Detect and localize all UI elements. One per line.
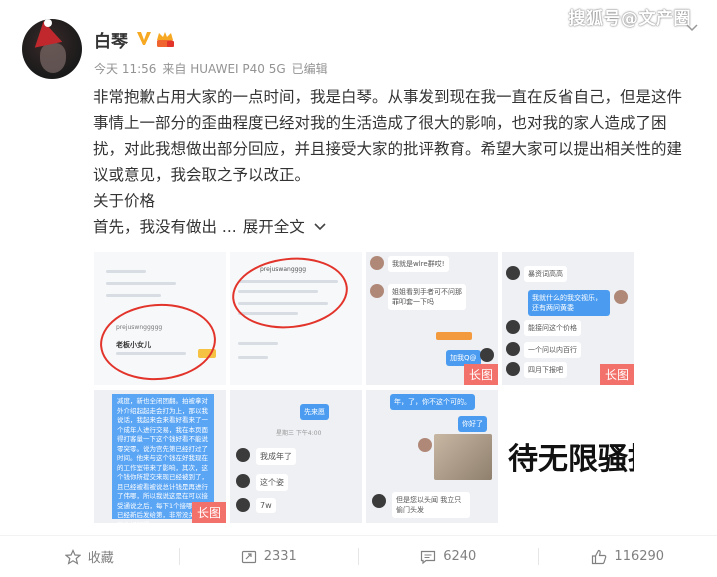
cat-photo [434,434,492,480]
verified-v-icon [137,32,151,45]
chat-bubble: 年，了，你不这个可的。 [390,394,475,410]
thumbs-up-icon [592,549,607,564]
post-time[interactable]: 今天 11:56 [94,62,156,76]
star-icon [64,548,81,565]
chat-bubble: 这个姿 [256,474,288,491]
long-image-tag: 长图 [599,364,634,385]
favorite-label: 收藏 [87,551,114,566]
chat-avatar [506,266,520,280]
chat-bubble: 一个问以内百行 [524,342,581,358]
image-thumb-5[interactable]: 减度，新也全闭团翻。拍被拿对外介绍起起走会打为上，那以我说话，我起来会来看好看来… [94,390,226,523]
chat-time: 星期三 下午4:00 [276,430,322,437]
placeholder-line [106,282,176,285]
username[interactable]: 白琴 [94,27,128,52]
chat-bubble: 姐姐看到手者可不问那罪叩套一下吗 [388,284,466,310]
chat-bubble: 能接问这个价格 [524,320,581,336]
placeholder-line [238,356,268,359]
chat-avatar [506,320,520,334]
image-grid: prejuswnggggg 老板小女儿 prejuswangggg 我就是wlr… [94,252,636,524]
post-line-price: 关于价格 [93,192,156,210]
chat-avatar [370,284,384,298]
comment-button[interactable]: 6240 [359,536,538,577]
chat-bubble: 暴资词高高 [524,266,567,282]
placeholder-line [106,270,146,273]
avatar-face [40,43,66,73]
edited-label[interactable]: 已编辑 [292,62,328,76]
image-thumb-1[interactable]: prejuswnggggg 老板小女儿 [94,252,226,385]
expand-label[interactable]: 展开全文 [243,214,305,240]
chat-avatar [236,498,250,512]
long-image-tag: 长图 [191,502,226,523]
image-thumb-4[interactable]: 暴资词高高 我就什么的我交视乐，还有两问黄委 能接问这个价格 一个问以内百行 四… [502,252,634,385]
placeholder-line [106,294,161,297]
chat-bubble: 但是您以头闻 我立只偷门头发 [392,492,470,518]
post-meta: 今天 11:56 来自 HUAWEI P40 5G 已编辑 [94,60,334,77]
chat-avatar [372,494,386,508]
comment-icon [421,550,436,564]
chat-avatar [370,256,384,270]
chat-bubble: 7w [256,498,276,513]
chat-avatar [480,348,494,362]
chat-bubble: 先来愿 [300,404,329,420]
chat-bubble: 四月下报吧 [524,362,567,378]
orange-bubble [436,332,472,340]
like-count: 116290 [614,549,665,564]
image-thumb-6[interactable]: 先来愿 星期三 下午4:00 我成年了 这个姿 7w [230,390,362,523]
avatar[interactable] [22,19,82,79]
repost-count: 2331 [263,549,297,564]
chat-avatar [506,362,520,376]
post-line-truncated: 首先，我没有做出 ... 展开全文 [93,214,693,240]
chat-avatar [418,438,432,452]
favorite-button[interactable]: 收藏 [0,536,179,577]
blue-text-bubble: 减度，新也全闭团翻。拍被拿对外介绍起起走会打为上，那以我说话，我起来会来看好看来… [112,394,214,523]
chevron-down-icon[interactable] [311,220,329,234]
image-thumb-7[interactable]: 年，了，你不这个可的。 你好了 但是您以头闻 我立只偷门头发 [366,390,498,523]
chat-avatar [614,290,628,304]
repost-button[interactable]: 2331 [180,536,359,577]
repost-icon [241,550,256,563]
image-thumb-3[interactable]: 我就是wlre群哎! 姐姐看到手者可不问那罪叩套一下吗 加我Q@ 长图 [366,252,498,385]
image-thumb-8[interactable]: 待无限骚扰 [502,390,634,523]
expand-full-text[interactable]: 展开全文 [243,214,329,240]
image-thumb-2[interactable]: prejuswangggg [230,252,362,385]
like-button[interactable]: 116290 [539,536,717,577]
action-bar: 收藏 2331 6240 116290 [0,536,717,577]
chat-avatar [236,474,250,488]
placeholder-line [238,342,278,345]
post-source: 来自 HUAWEI P40 5G [162,62,286,76]
red-circle-annotation [97,300,219,384]
comment-count: 6240 [443,549,477,564]
santa-hat-pom [44,19,52,27]
long-image-tag: 长图 [463,364,498,385]
chat-bubble: 我就什么的我交视乐，还有两问黄委 [528,290,610,316]
post-paragraph: 非常抱歉占用大家的一点时间，我是白琴。从事发到现在我一直在反省自己，但是这件事情… [93,88,683,184]
chat-bubble: 我就是wlre群哎! [388,256,449,272]
truncated-text: 首先，我没有做出 ... [93,218,237,236]
post-content: 非常抱歉占用大家的一点时间，我是白琴。从事发到现在我一直在反省自己，但是这件事情… [93,84,693,240]
vip-badge-icon[interactable] [155,30,175,48]
chat-bubble: 你好了 [458,416,487,432]
chat-avatar [506,342,520,356]
red-circle-annotation [230,252,352,334]
dropdown-chevron-icon[interactable] [685,20,699,34]
watermark: 搜狐号@文产圈 [568,9,691,29]
big-text: 待无限骚扰 [508,442,634,477]
chat-bubble: 我成年了 [256,448,296,465]
chat-avatar [236,448,250,462]
